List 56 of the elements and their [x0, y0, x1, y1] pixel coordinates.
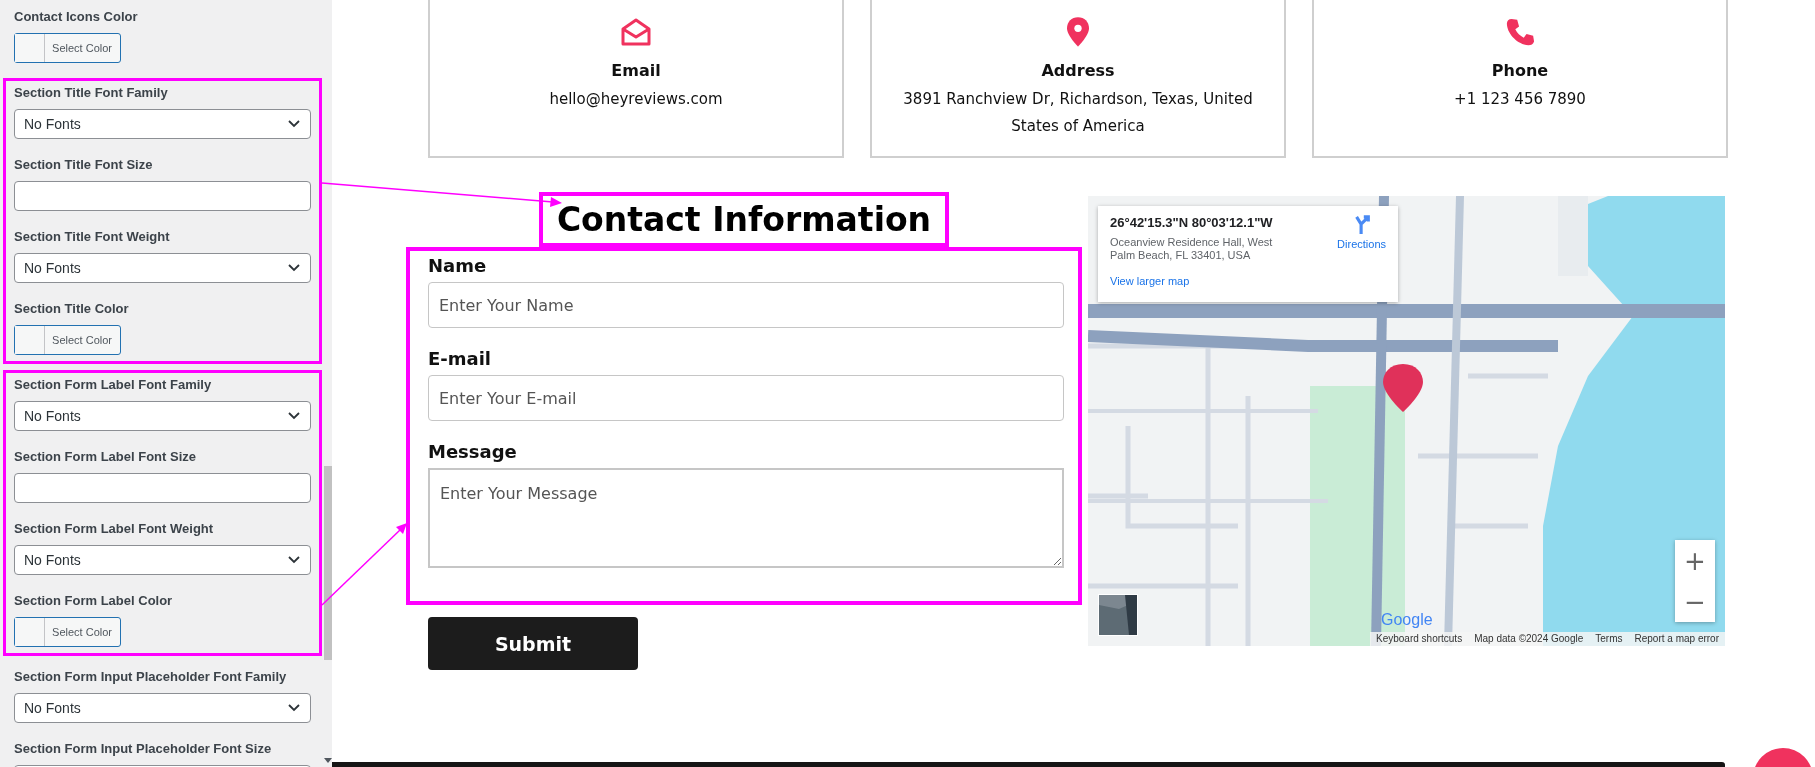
card-text: hello@heyreviews.com — [548, 89, 724, 110]
form-label: E-mail — [428, 348, 492, 369]
attribution-link[interactable]: Report a map error — [1628, 632, 1725, 646]
field-label: Section Form Label Font Weight — [14, 521, 215, 537]
field-label: Section Form Label Font Size — [14, 449, 198, 465]
section-title: Contact Information — [538, 192, 950, 247]
font-select[interactable]: No Fonts — [14, 693, 311, 723]
input-field[interactable]: Enter Your E-mail — [428, 375, 1064, 421]
zoom-out-button[interactable]: − — [1675, 581, 1715, 622]
card-title: Email — [611, 61, 661, 80]
color-picker-button[interactable]: Select Color — [14, 33, 121, 63]
location-pin-icon — [1067, 17, 1089, 47]
field-label: Section Form Label Color — [14, 593, 174, 609]
field-label: Section Form Input Placeholder Font Family — [14, 669, 288, 685]
zoom-in-button[interactable]: + — [1675, 540, 1715, 581]
phone-icon — [1505, 17, 1535, 47]
font-select[interactable]: No Fonts — [14, 401, 311, 431]
coordinates-text: 26°42'15.3"N 80°03'12.1"W — [1110, 215, 1274, 230]
attribution-link[interactable]: Terms — [1589, 632, 1629, 646]
satellite-toggle-button[interactable] — [1098, 594, 1138, 636]
chevron-icon — [288, 120, 300, 128]
font-select[interactable]: No Fonts — [14, 109, 311, 139]
form-label: Message — [428, 441, 518, 462]
color-picker-button[interactable]: Select Color — [14, 325, 121, 355]
input-field[interactable] — [14, 473, 311, 503]
card-text: +1 123 456 7890 — [1453, 89, 1587, 110]
directions-link[interactable]: Directions — [1337, 215, 1386, 293]
chevron-icon — [288, 704, 300, 712]
font-select[interactable]: No Fonts — [14, 545, 311, 575]
field-label: Section Title Font Weight — [14, 229, 171, 245]
field-label: Contact Icons Color — [14, 9, 139, 25]
attribution-link[interactable]: Keyboard shortcuts — [1370, 632, 1469, 646]
field-label: Section Title Font Size — [14, 157, 154, 173]
address-text: Oceanview Residence Hall, West Palm Beach, FL 33401, USA — [1110, 236, 1274, 262]
color-picker-button[interactable]: Select Color — [14, 617, 121, 647]
chevron-icon — [288, 412, 300, 420]
chevron-icon — [288, 556, 300, 564]
envelope-icon — [620, 17, 652, 47]
scroll-down-icon[interactable] — [324, 758, 332, 763]
view-larger-map-link[interactable]: View larger map — [1110, 275, 1300, 287]
card-title: Phone — [1491, 61, 1549, 80]
field-label: Section Form Label Font Family — [14, 377, 213, 393]
form-label: Name — [428, 255, 488, 276]
field-label: Section Title Font Family — [14, 85, 169, 101]
chevron-icon — [288, 264, 300, 272]
attribution-link[interactable]: Map data ©2024 Google — [1468, 632, 1590, 646]
google-logo: Google — [1381, 611, 1433, 629]
submit-button[interactable]: Submit — [428, 617, 638, 670]
field-label: Section Title Color — [14, 301, 130, 317]
font-select[interactable]: No Fonts — [14, 253, 311, 283]
input-field[interactable]: Enter Your Name — [428, 282, 1064, 328]
card-text: 3891 Ranchview Dr, Richardson, Texas, United States of America — [902, 89, 1254, 137]
message-field[interactable]: Enter Your Message — [428, 468, 1064, 568]
card-title: Address — [1041, 61, 1115, 80]
field-label: Section Form Input Placeholder Font Size — [14, 741, 273, 757]
input-field[interactable] — [14, 181, 311, 211]
